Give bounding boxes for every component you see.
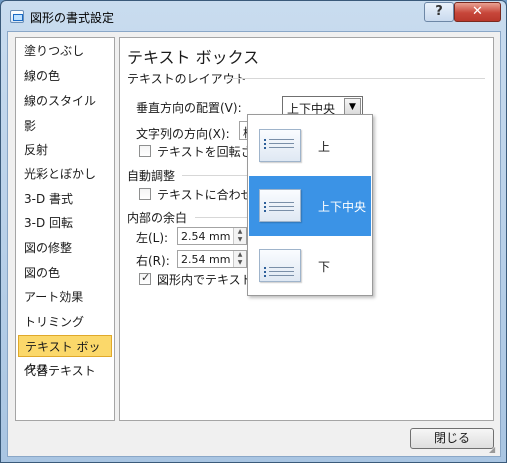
sidebar-item-3d-rotation[interactable]: 3-D 回転 [18,212,112,234]
sidebar-item-line-style[interactable]: 線のスタイル [18,90,112,112]
autofit-group-divider [182,175,252,176]
vertical-align-label: 垂直方向の配置(V): [136,101,242,115]
no-rotate-checkbox[interactable] [139,145,151,157]
left-margin-value: 2.54 mm [181,230,231,243]
resize-shape-checkbox[interactable] [139,188,151,200]
sidebar-item-glow-soft-edges[interactable]: 光彩とぼかし [18,163,112,185]
help-button[interactable]: ? [424,2,454,22]
align-top-icon [259,129,301,162]
align-bottom-icon [259,249,301,282]
sidebar-item-text-box[interactable]: テキスト ボックス [18,335,112,376]
chevron-down-icon[interactable]: ▼ [344,98,361,115]
autofit-group-heading: 自動調整 [127,169,176,183]
sidebar-item-picture-corrections[interactable]: 図の修整 [18,237,112,259]
left-margin-spin-buttons[interactable]: ▲ ▼ [233,228,246,244]
close-button[interactable]: 閉じる [410,428,494,449]
sidebar-item-alt-text[interactable]: 代替テキスト [18,360,112,382]
sidebar-item-crop[interactable]: トリミング [18,311,112,333]
left-margin-label: 左(L): [136,231,169,245]
app-icon [10,10,24,23]
sidebar-item-picture-color[interactable]: 図の色 [18,262,112,284]
category-list: 塗りつぶし 線の色 線のスタイル 影 反射 光彩とぼかし 3-D 書式 3-D … [15,37,115,421]
dialog-window: 図形の書式設定 ? ✕ 塗りつぶし 線の色 線のスタイル 影 反射 光彩とぼかし… [0,0,507,463]
option-middle-label: 上下中央 [318,200,367,214]
text-direction-label: 文字列の方向(X): [136,127,230,141]
right-margin-spin-buttons[interactable]: ▲ ▼ [233,251,246,267]
sidebar-item-fill[interactable]: 塗りつぶし [18,40,112,62]
option-middle[interactable]: 上下中央 [249,176,371,236]
right-margin-stepper[interactable]: 2.54 mm ▲ ▼ [177,250,247,268]
title-bar[interactable]: 図形の書式設定 ? ✕ [1,1,506,31]
window-title: 図形の書式設定 [30,11,115,25]
option-bottom-label: 下 [318,260,331,274]
vertical-align-dropdown: 上 上下中央 下 [247,114,373,296]
resize-grip-icon[interactable]: ◢ [489,445,499,455]
layout-group-divider [227,78,485,79]
left-margin-stepper[interactable]: 2.54 mm ▲ ▼ [177,227,247,245]
right-margin-value: 2.54 mm [181,253,231,266]
sidebar-item-3d-format[interactable]: 3-D 書式 [18,188,112,210]
window-close-button[interactable]: ✕ [454,2,501,22]
sidebar-item-artistic-effects[interactable]: アート効果 [18,286,112,308]
wrap-text-checkbox[interactable] [139,271,151,285]
sidebar-item-shadow[interactable]: 影 [18,115,112,137]
margin-group-divider [195,217,252,218]
right-margin-label: 右(R): [136,254,170,268]
option-top[interactable]: 上 [249,116,371,176]
option-bottom[interactable]: 下 [249,236,371,296]
sidebar-item-reflection[interactable]: 反射 [18,139,112,161]
margin-group-heading: 内部の余白 [127,211,188,225]
page-title: テキスト ボックス [127,48,260,67]
sidebar-item-line-color[interactable]: 線の色 [18,65,112,87]
option-top-label: 上 [318,140,331,154]
align-middle-icon [259,189,301,222]
